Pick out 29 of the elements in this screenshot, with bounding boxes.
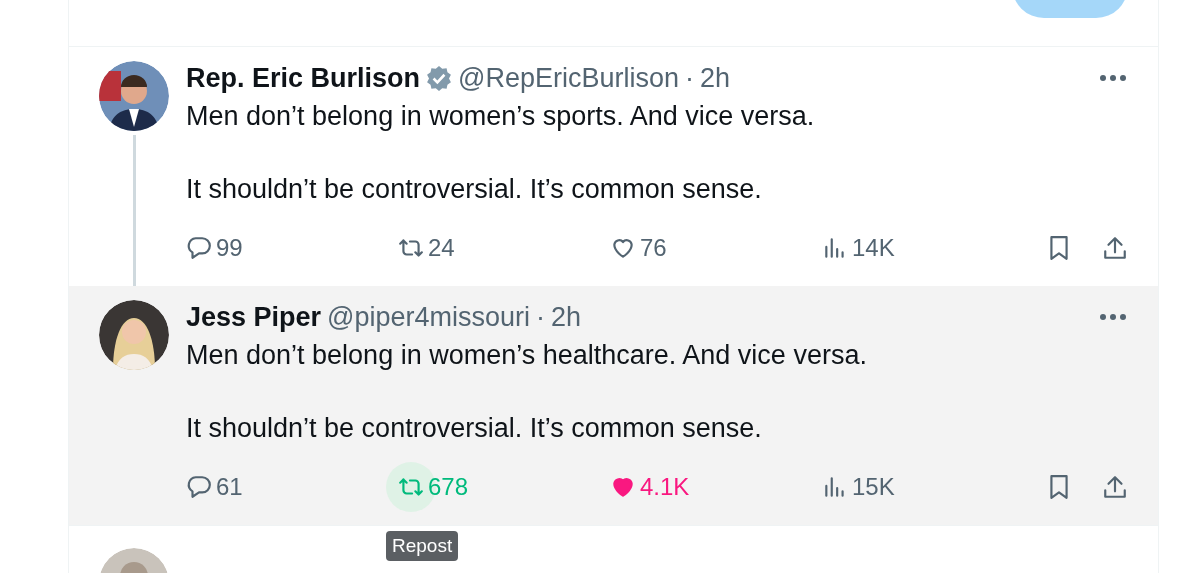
handle[interactable]: @piper4missouri xyxy=(327,301,531,333)
reply-count[interactable]: 99 xyxy=(216,234,243,262)
post-text: It shouldn’t be controversial. It’s common sense. xyxy=(186,412,763,445)
avatar[interactable] xyxy=(99,300,169,370)
post-text: Men don’t belong in women’s healthcare. And vice versa. xyxy=(186,339,868,372)
like-count[interactable]: 4.1K xyxy=(640,473,690,501)
reply-count[interactable]: 61 xyxy=(216,473,243,501)
repost-count[interactable]: 24 xyxy=(428,234,455,262)
separator-dot: · xyxy=(685,62,695,94)
separator-dot: · xyxy=(536,301,546,333)
more-icon[interactable] xyxy=(1098,74,1128,82)
avatar[interactable] xyxy=(99,61,169,131)
tooltip: Repost xyxy=(386,531,459,561)
timestamp[interactable]: 2h xyxy=(551,301,582,333)
handle[interactable]: @RepEricBurlison xyxy=(458,62,680,94)
author-name[interactable]: Jess Piper xyxy=(186,301,322,333)
timestamp[interactable]: 2h xyxy=(700,62,731,94)
post-text: It shouldn’t be controversial. It’s common sense. xyxy=(186,173,763,206)
post[interactable]: Rep. Eric Burlison @RepEricBurlison · 2h Men don’t belong in women’s sports. And vice versa. It shouldn’t be controversial. It’s common sense. 99 24 76 14K xyxy=(69,47,1158,286)
views-count[interactable]: 14K xyxy=(852,234,895,262)
more-icon[interactable] xyxy=(1098,313,1128,321)
share-icon[interactable] xyxy=(1102,235,1128,261)
like-count[interactable]: 76 xyxy=(640,234,667,262)
reply-icon[interactable] xyxy=(186,235,212,261)
share-icon[interactable] xyxy=(1102,474,1128,500)
views-count[interactable]: 15K xyxy=(852,473,895,501)
author-name[interactable]: Rep. Eric Burlison xyxy=(186,62,421,94)
post-text: Men don’t belong in women’s sports. And vice versa. xyxy=(186,100,816,133)
reply-icon[interactable] xyxy=(186,474,212,500)
